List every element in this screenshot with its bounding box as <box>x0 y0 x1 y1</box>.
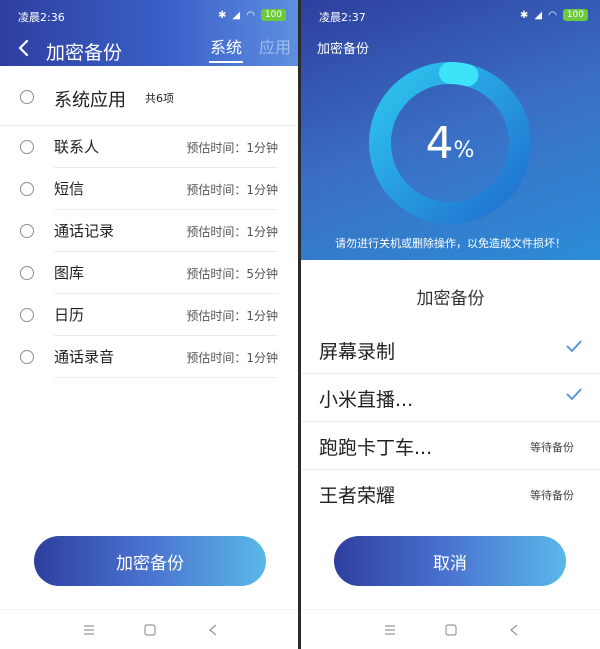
check-icon <box>566 388 582 400</box>
status-time: 凌晨2:36 <box>18 11 65 24</box>
bluetooth-icon: ✱ <box>217 9 227 21</box>
tab-active-indicator <box>209 61 243 63</box>
app-row: 屏幕录制 <box>301 326 600 374</box>
sheet-title: 加密备份 <box>416 289 485 309</box>
item-radio[interactable] <box>20 266 34 280</box>
menu-icon[interactable] <box>79 620 99 640</box>
item-label: 日历 <box>54 306 85 324</box>
app-name: 屏幕录制 <box>319 341 396 363</box>
list-item[interactable]: 短信 预估时间：1分钟 <box>0 168 298 210</box>
select-all-radio[interactable] <box>20 90 34 104</box>
item-radio[interactable] <box>20 308 34 322</box>
status-bar: 凌晨2:37 ✱ ◢ ◠ 100 <box>301 0 600 30</box>
status-icons: ✱ ◢ ◠ 100 <box>218 9 286 21</box>
item-radio[interactable] <box>20 182 34 196</box>
home-square-icon[interactable] <box>441 620 461 640</box>
left-header: 凌晨2:36 ✱ ◢ ◠ 100 加密备份 系统 应用 <box>0 0 298 66</box>
signal-icon: ◢ <box>534 9 543 21</box>
back-triangle-icon[interactable] <box>504 620 524 640</box>
navigation-bar <box>0 609 298 649</box>
item-label: 通话记录 <box>54 222 115 240</box>
progress-value: 4 <box>425 117 454 169</box>
item-label: 通话录音 <box>54 348 115 366</box>
app-status: 等待备份 <box>530 489 574 502</box>
app-row: 王者荣耀 等待备份 <box>301 470 600 518</box>
bluetooth-icon: ✱ <box>519 9 529 21</box>
back-button[interactable] <box>12 36 34 60</box>
back-triangle-icon[interactable] <box>203 620 223 640</box>
section-count: 共6项 <box>145 92 174 105</box>
list-item[interactable]: 通话记录 预估时间：1分钟 <box>0 210 298 252</box>
app-status: 等待备份 <box>530 441 574 454</box>
item-label: 联系人 <box>54 138 100 156</box>
section-header-row[interactable]: 系统应用 共6项 <box>0 74 298 122</box>
list-item[interactable]: 日历 预估时间：1分钟 <box>0 294 298 336</box>
status-icons: ✱ ◢ ◠ 100 <box>520 9 588 21</box>
home-square-icon[interactable] <box>140 620 160 640</box>
cancel-button[interactable]: 取消 <box>334 536 566 586</box>
menu-icon[interactable] <box>380 620 400 640</box>
signal-icon: ◢ <box>232 9 241 21</box>
backup-sheet: 加密备份 屏幕录制 小米直播... 跑跑卡丁车... 等待备份 王者荣耀 等待备… <box>301 260 600 609</box>
tab-apps[interactable]: 应用 <box>259 34 291 58</box>
list-item[interactable]: 联系人 预估时间：1分钟 <box>0 126 298 168</box>
check-icon <box>566 340 582 352</box>
item-radio[interactable] <box>20 350 34 364</box>
tab-system[interactable]: 系统 <box>210 34 242 58</box>
divider <box>54 377 278 378</box>
item-label: 图库 <box>54 264 85 282</box>
section-label: 系统应用 <box>54 90 126 111</box>
progress-ring: 4 % <box>366 59 534 227</box>
warning-text: 请勿进行关机或删除操作，以免造成文件损坏！ <box>335 237 566 250</box>
wifi-icon: ◠ <box>548 9 557 21</box>
item-radio[interactable] <box>20 224 34 238</box>
status-time: 凌晨2:37 <box>319 11 366 24</box>
battery-icon: 100 <box>260 9 286 21</box>
item-radio[interactable] <box>20 140 34 154</box>
item-estimate: 预估时间：1分钟 <box>186 309 278 323</box>
app-name: 小米直播... <box>319 389 414 411</box>
chevron-left-icon <box>18 39 29 57</box>
status-bar: 凌晨2:36 ✱ ◢ ◠ 100 <box>0 0 298 30</box>
item-estimate: 预估时间：1分钟 <box>186 351 278 365</box>
item-estimate: 预估时间：1分钟 <box>186 183 278 197</box>
item-estimate: 预估时间：1分钟 <box>186 141 278 155</box>
app-row: 跑跑卡丁车... 等待备份 <box>301 422 600 470</box>
progress-header: 凌晨2:37 ✱ ◢ ◠ 100 加密备份 4 % 请勿进行关机或删除操作，以免… <box>301 0 600 260</box>
navigation-bar <box>301 609 600 649</box>
battery-icon: 100 <box>562 9 588 21</box>
page-title: 加密备份 <box>46 42 123 64</box>
progress-unit: % <box>453 137 475 163</box>
list-item[interactable]: 图库 预估时间：5分钟 <box>0 252 298 294</box>
app-name: 王者荣耀 <box>319 485 396 507</box>
item-estimate: 预估时间：5分钟 <box>186 267 278 281</box>
encrypt-backup-button[interactable]: 加密备份 <box>34 536 266 586</box>
progress-label: 4 % <box>366 59 534 227</box>
wifi-icon: ◠ <box>246 9 255 21</box>
app-name: 跑跑卡丁车... <box>319 437 433 459</box>
app-row: 小米直播... <box>301 374 600 422</box>
list-item[interactable]: 通话录音 预估时间：1分钟 <box>0 336 298 378</box>
item-label: 短信 <box>54 180 85 198</box>
right-screen: 凌晨2:37 ✱ ◢ ◠ 100 加密备份 4 % 请勿进行关机或删除操作，以免… <box>301 0 600 649</box>
left-screen: 凌晨2:36 ✱ ◢ ◠ 100 加密备份 系统 应用 系统应用 共6项 联系人… <box>0 0 298 649</box>
page-title: 加密备份 <box>317 42 370 57</box>
item-estimate: 预估时间：1分钟 <box>186 225 278 239</box>
